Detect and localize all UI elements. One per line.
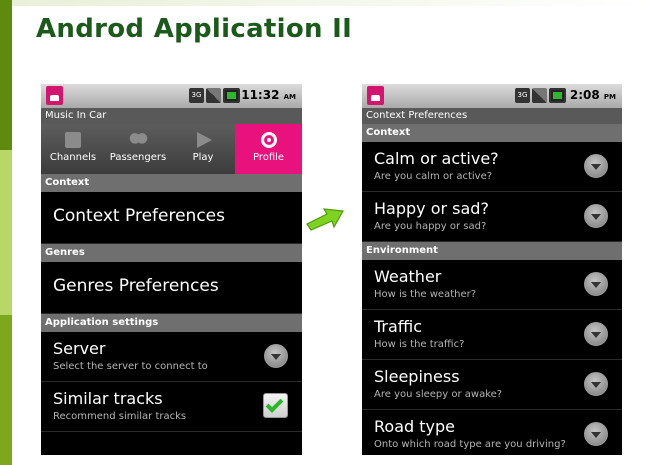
dropdown-arrow-icon[interactable] — [584, 154, 608, 178]
status-icons: 3G — [189, 88, 240, 103]
app-notification-icon — [367, 86, 384, 105]
status-bar: 3G 11:32 AM — [41, 84, 302, 108]
status-clock: 2:08 PM — [570, 88, 616, 102]
status-icons: 3G — [515, 88, 566, 103]
slide-stripe-middle — [0, 150, 12, 315]
slide-stripe-top — [0, 0, 12, 150]
tab-label: Channels — [49, 152, 97, 163]
item-title: Calm or active? — [374, 149, 499, 168]
profile-icon — [260, 132, 277, 148]
clock-time: 11:32 — [241, 88, 280, 102]
road-type-item[interactable]: Road type Onto which road type are you d… — [362, 410, 622, 455]
checkmark-icon — [265, 395, 284, 413]
clock-ampm: AM — [283, 93, 296, 101]
tab-profile[interactable]: Profile — [235, 124, 302, 174]
item-subtitle: Onto which road type are you driving? — [374, 439, 566, 450]
section-header-genres: Genres — [41, 244, 302, 262]
item-subtitle: Are you happy or sad? — [374, 221, 487, 232]
traffic-item[interactable]: Traffic How is the traffic? — [362, 310, 622, 360]
item-title: Genres Preferences — [53, 276, 219, 296]
dropdown-arrow-icon[interactable] — [584, 204, 608, 228]
section-header-application-settings: Application settings — [41, 314, 302, 332]
context-preferences-item[interactable]: Context Preferences — [41, 192, 302, 244]
phone-screen-context-preferences: 3G 2:08 PM Context Preferences Context C… — [362, 84, 622, 455]
dropdown-arrow-icon[interactable] — [584, 372, 608, 396]
tab-label: Profile — [252, 152, 285, 163]
dropdown-arrow-icon[interactable] — [584, 422, 608, 446]
item-title: Context Preferences — [53, 206, 225, 226]
slide-title: Androd Application II — [36, 14, 353, 44]
passengers-icon — [128, 132, 148, 148]
status-bar: 3G 2:08 PM — [362, 84, 622, 108]
screen-title: Context Preferences — [362, 108, 622, 124]
happy-or-sad-item[interactable]: Happy or sad? Are you happy or sad? — [362, 192, 622, 242]
section-header-context: Context — [362, 124, 622, 142]
app-notification-icon — [46, 86, 63, 105]
calm-or-active-item[interactable]: Calm or active? Are you calm or active? — [362, 142, 622, 192]
tab-label: Play — [192, 152, 214, 163]
dropdown-arrow-icon[interactable] — [584, 322, 608, 346]
tab-passengers[interactable]: Passengers — [105, 124, 171, 174]
signal-icon — [206, 88, 221, 103]
slide-top-bar — [12, 0, 651, 6]
item-title: Happy or sad? — [374, 199, 489, 218]
network-3g-icon: 3G — [189, 88, 204, 103]
item-title: Weather — [374, 267, 442, 286]
item-subtitle: Recommend similar tracks — [53, 411, 187, 422]
item-title: Sleepiness — [374, 367, 460, 386]
signal-icon — [532, 88, 547, 103]
clock-ampm: PM — [603, 93, 616, 101]
item-subtitle: How is the weather? — [374, 289, 477, 300]
network-3g-icon: 3G — [515, 88, 530, 103]
battery-icon — [223, 88, 240, 103]
item-subtitle: Are you sleepy or awake? — [374, 389, 503, 400]
similar-tracks-checkbox[interactable] — [263, 393, 288, 418]
item-title: Similar tracks — [53, 389, 163, 408]
similar-tracks-setting-item[interactable]: Similar tracks Recommend similar tracks — [41, 382, 302, 432]
genres-preferences-item[interactable]: Genres Preferences — [41, 262, 302, 314]
item-title: Server — [53, 339, 106, 358]
battery-icon — [549, 88, 566, 103]
sleepiness-item[interactable]: Sleepiness Are you sleepy or awake? — [362, 360, 622, 410]
dropdown-arrow-icon[interactable] — [264, 344, 288, 368]
status-clock: 11:32 AM — [241, 88, 296, 102]
weather-item[interactable]: Weather How is the weather? — [362, 260, 622, 310]
server-setting-item[interactable]: Server Select the server to connect to — [41, 332, 302, 382]
tab-bar: Channels Passengers Play Profile — [41, 124, 302, 174]
play-icon — [197, 132, 212, 148]
clock-time: 2:08 — [569, 88, 600, 102]
item-subtitle: Are you calm or active? — [374, 171, 493, 182]
section-header-context: Context — [41, 174, 302, 192]
item-subtitle: How is the traffic? — [374, 339, 465, 350]
item-title: Road type — [374, 417, 455, 436]
tab-label: Passengers — [109, 152, 167, 163]
dropdown-arrow-icon[interactable] — [584, 272, 608, 296]
tab-play[interactable]: Play — [171, 124, 235, 174]
phone-screen-music-in-car: 3G 11:32 AM Music In Car Channels Passen… — [41, 84, 302, 455]
green-arrow-icon — [306, 208, 344, 231]
section-header-environment: Environment — [362, 242, 622, 260]
channels-icon — [65, 132, 81, 148]
slide-stripe-bottom — [0, 315, 12, 465]
tab-channels[interactable]: Channels — [41, 124, 105, 174]
item-subtitle: Select the server to connect to — [53, 361, 208, 372]
item-title: Traffic — [374, 317, 423, 336]
app-title: Music In Car — [41, 108, 302, 124]
